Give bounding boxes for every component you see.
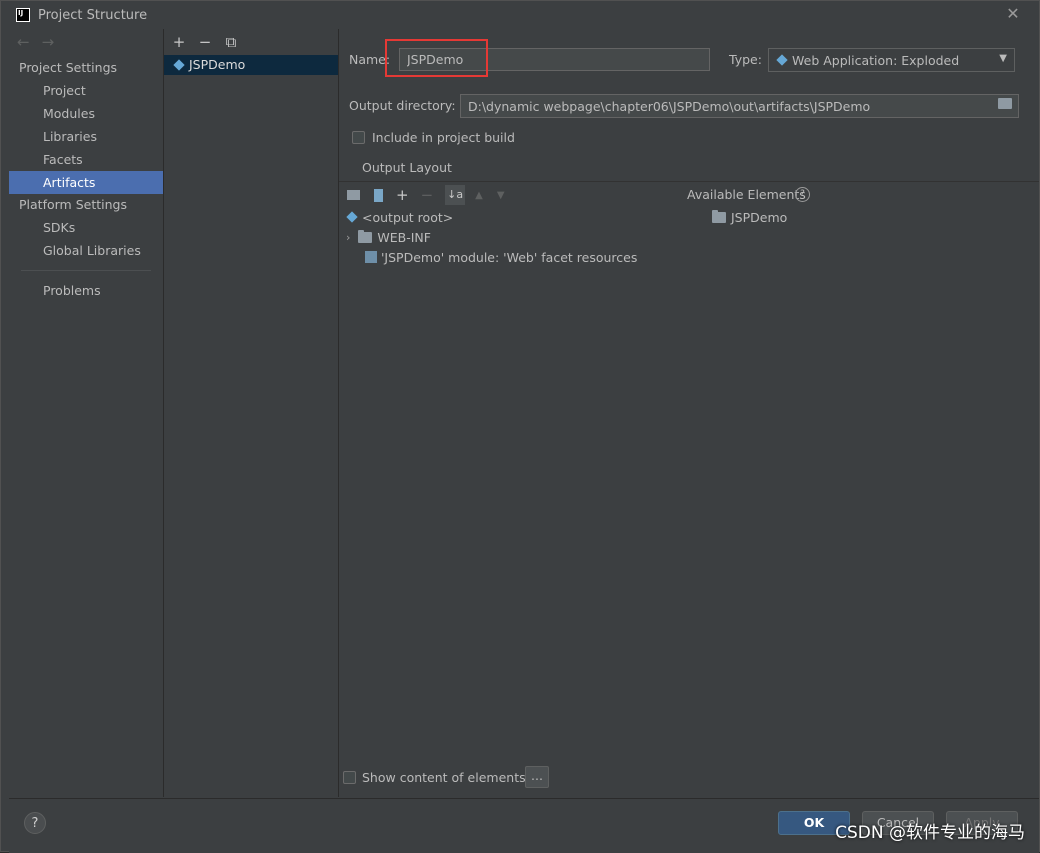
intellij-icon: IJ — [16, 8, 30, 22]
chevron-down-icon: ▼ — [999, 53, 1007, 64]
output-dir-input[interactable] — [460, 94, 1019, 118]
nav-item-facets[interactable]: Facets — [9, 148, 163, 171]
move-up-icon[interactable]: ▲ — [475, 190, 483, 201]
tree-label-facet-resources: 'JSPDemo' module: 'Web' facet resources — [381, 249, 638, 265]
add-icon[interactable]: + — [172, 33, 186, 51]
artifact-config: Name: Type: Web Application: Exploded ▼ … — [339, 29, 1039, 797]
forward-arrow-icon[interactable]: → — [42, 33, 55, 51]
available-item-label: JSPDemo — [731, 209, 788, 225]
section-platform-settings: Platform Settings — [19, 197, 127, 212]
show-content-label: Show content of elements — [362, 770, 526, 785]
new-folder-icon[interactable] — [347, 190, 360, 200]
artifact-toolbar: + − ⧉ — [164, 29, 338, 55]
nav-item-sdks[interactable]: SDKs — [9, 216, 163, 239]
tree-row-facet-resources[interactable]: 'JSPDemo' module: 'Web' facet resources — [365, 247, 637, 267]
module-icon — [365, 251, 377, 263]
folder-browse-icon[interactable] — [998, 98, 1012, 109]
more-button[interactable]: ... — [525, 766, 549, 788]
artifact-item-jspdemo[interactable]: JSPDemo — [164, 55, 338, 75]
folder-icon — [358, 229, 373, 243]
artifact-list-pane: + − ⧉ JSPDemo — [164, 29, 339, 797]
watermark: CSDN @软件专业的海马 — [835, 823, 1025, 843]
help-icon[interactable]: ? — [795, 187, 810, 202]
name-label: Name: — [349, 52, 391, 67]
remove-element-icon[interactable]: − — [421, 186, 434, 204]
show-content-checkbox[interactable] — [343, 771, 356, 784]
tree-label-web-inf: WEB-INF — [377, 229, 431, 245]
nav-item-project[interactable]: Project — [9, 79, 163, 102]
window-title: Project Structure — [38, 7, 148, 23]
title-bar: IJ Project Structure ✕ — [1, 1, 1039, 29]
sort-icon[interactable]: ↓a — [445, 185, 466, 205]
output-dir-label: Output directory: — [349, 98, 456, 113]
module-folder-icon — [712, 209, 726, 223]
move-down-icon[interactable]: ▼ — [497, 190, 505, 201]
type-label: Type: — [729, 52, 762, 67]
project-structure-dialog: IJ Project Structure ✕ ← → Project Setti… — [0, 0, 1040, 853]
type-value: Web Application: Exploded — [792, 52, 960, 68]
tree-label-output-root: <output root> — [362, 209, 454, 225]
section-project-settings: Project Settings — [19, 60, 118, 75]
archive-icon[interactable] — [374, 188, 383, 202]
type-select[interactable]: Web Application: Exploded ▼ — [768, 48, 1015, 72]
remove-icon[interactable]: − — [198, 33, 212, 51]
artifact-label: JSPDemo — [189, 57, 246, 72]
artifact-icon — [173, 59, 185, 71]
tree-row-output-root[interactable]: <output root> — [345, 207, 453, 227]
include-build-label: Include in project build — [372, 130, 515, 145]
available-item-jspdemo[interactable]: JSPDemo — [712, 207, 787, 227]
web-app-icon — [776, 54, 788, 66]
settings-nav: ← → Project Settings Project Modules Lib… — [9, 29, 164, 797]
tab-output-layout[interactable]: Output Layout — [362, 160, 452, 175]
nav-divider — [21, 270, 151, 271]
help-button[interactable]: ? — [24, 812, 46, 834]
nav-item-artifacts[interactable]: Artifacts — [9, 171, 163, 194]
layout-toolbar: + − ↓a ▲ ▼ Available Elements ? — [339, 181, 1039, 208]
name-highlight-box — [385, 39, 488, 77]
available-elements-label: Available Elements — [687, 187, 806, 202]
copy-icon[interactable]: ⧉ — [224, 33, 238, 51]
back-arrow-icon[interactable]: ← — [17, 33, 30, 51]
include-build-checkbox[interactable] — [352, 131, 365, 144]
output-root-icon — [346, 211, 358, 223]
close-icon[interactable]: ✕ — [1005, 6, 1021, 22]
nav-arrows: ← → — [9, 29, 163, 55]
tree-row-web-inf[interactable]: › WEB-INF — [346, 227, 431, 247]
nav-item-modules[interactable]: Modules — [9, 102, 163, 125]
add-element-icon[interactable]: + — [396, 186, 409, 204]
nav-item-global-libraries[interactable]: Global Libraries — [9, 239, 163, 262]
nav-item-problems[interactable]: Problems — [9, 279, 163, 302]
chevron-right-icon[interactable]: › — [346, 231, 350, 244]
nav-item-libraries[interactable]: Libraries — [9, 125, 163, 148]
